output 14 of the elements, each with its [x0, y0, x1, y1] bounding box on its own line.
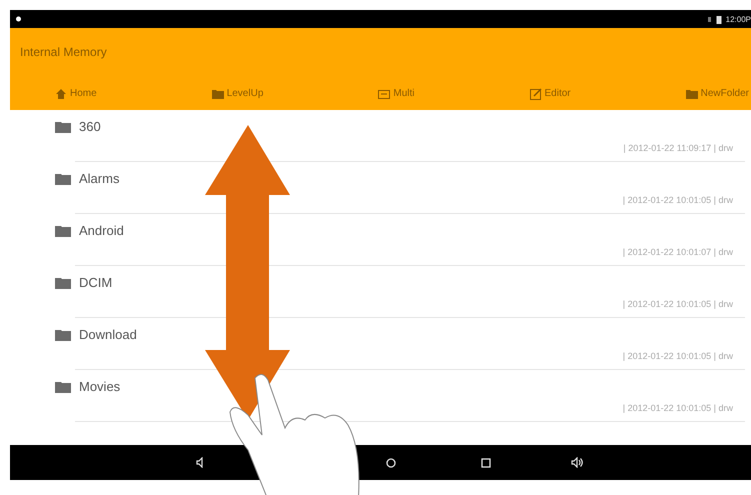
folder-details: | 2012-01-22 11:09:17 | drw [623, 143, 733, 153]
folder-details: | 2012-01-22 10:01:05 | drw [622, 299, 733, 309]
folder-details: | 2012-01-22 10:01:05 | drw [622, 351, 733, 361]
folder-name[interactable]: 360 [79, 119, 101, 134]
header-title: Internal Memory [20, 45, 107, 59]
folder-name[interactable]: Android [79, 223, 124, 238]
folder-details: | 2012-01-22 10:01:07 | drw [622, 247, 733, 257]
folder-name[interactable]: Alarms [79, 171, 120, 186]
folder-details: | 2012-01-22 10:01:05 | drw [622, 403, 733, 413]
folder-name[interactable]: Download [79, 327, 137, 342]
folder-name[interactable]: DCIM [79, 275, 112, 290]
folder-details: | 2012-01-22 10:01:05 | drw [622, 195, 733, 205]
folder-name[interactable]: Movies [79, 379, 120, 394]
status-time: 12:00P [726, 14, 751, 24]
